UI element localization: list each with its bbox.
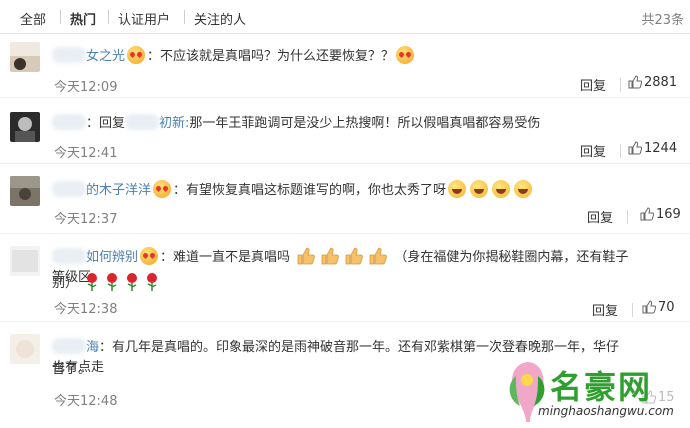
comment-time: 今天12:48: [54, 394, 118, 409]
like-button[interactable]: 70: [642, 300, 675, 315]
laughing-emoji-icon: [514, 180, 533, 198]
tab-separator: [184, 10, 185, 24]
tab-verified-users[interactable]: 认证用户: [118, 9, 170, 28]
tab-all[interactable]: 全部: [20, 9, 46, 28]
comment-item: 如何辨别 ：难道一直不是真唱吗 （身在福健为你揭秘鞋圈内幕，还有鞋子等级区 别） …: [0, 234, 690, 322]
laughing-emoji-icon: [448, 180, 467, 198]
like-count: 70: [658, 300, 675, 315]
comment-text: ：有望恢复真唱这标题谁写的啊，你也太秀了呀: [173, 183, 447, 198]
tab-separator: [108, 10, 109, 24]
blurred-username: [52, 181, 86, 197]
tab-following[interactable]: 关注的人: [194, 9, 246, 28]
comment-time: 今天12:38: [54, 302, 118, 317]
watermark-url: minghaoshangwu.com: [538, 404, 674, 418]
avatar[interactable]: [10, 334, 40, 364]
thumbs-up-icon: [642, 300, 657, 314]
comment-text-continued: 别）: [52, 276, 79, 291]
reply-button[interactable]: 回复: [587, 207, 613, 226]
username-link[interactable]: 女之光: [86, 49, 125, 64]
watermark-title: 名豪网: [550, 368, 653, 406]
site-watermark: 名豪网 minghaoshangwu.com: [498, 350, 690, 428]
avatar[interactable]: [10, 112, 40, 142]
username-link[interactable]: 的木子洋洋: [86, 183, 151, 198]
action-separator: [627, 210, 628, 224]
comment-text-line: 女之光 ：不应该就是真唱吗？为什么还要恢复？？: [52, 46, 630, 67]
comment-item: 的木子洋洋 ：有望恢复真唱这标题谁写的啊，你也太秀了呀 今天12:37 回复 16…: [0, 164, 690, 234]
tab-bar: 全部 热门 认证用户 关注的人 共23条: [0, 0, 690, 34]
reply-prefix: ：回复: [86, 116, 126, 131]
blurred-username: [52, 114, 86, 130]
comment-text: 那一年王菲跑调可是没少上热搜啊！所以假唱真唱都容易受伤: [189, 116, 541, 131]
avatar[interactable]: [10, 246, 40, 276]
laughing-emoji-icon: [470, 180, 489, 198]
comment-text-line: ：回复 初新:那一年王菲跑调可是没少上热搜啊！所以假唱真唱都容易受伤: [52, 114, 630, 134]
username-link[interactable]: 海: [86, 340, 99, 355]
comment-time: 今天12:09: [54, 80, 118, 95]
thumbs-up-emoji-icon: [369, 247, 388, 265]
comment-text-line: 的木子洋洋 ：有望恢复真唱这标题谁写的啊，你也太秀了呀: [52, 180, 630, 201]
action-separator: [620, 78, 621, 92]
rose-emoji-icon: [147, 273, 158, 291]
reply-button[interactable]: 回复: [580, 75, 606, 94]
thumbs-up-emoji-icon: [345, 247, 364, 265]
comment-text-line: 别）: [52, 272, 630, 294]
avatar[interactable]: [10, 42, 40, 72]
like-button[interactable]: 1244: [628, 141, 677, 156]
like-button[interactable]: 2881: [628, 75, 677, 90]
comment-time: 今天12:41: [54, 146, 118, 161]
heart-eyes-emoji-icon: [153, 180, 172, 198]
comment-time: 今天12:37: [54, 212, 118, 227]
heart-eyes-emoji-icon: [140, 247, 159, 265]
comment-total: 共23条: [641, 13, 684, 28]
rose-emoji-icon: [107, 273, 118, 291]
like-button[interactable]: 169: [640, 207, 681, 222]
heart-eyes-emoji-icon: [127, 46, 146, 64]
action-separator: [620, 144, 621, 158]
thumbs-up-icon: [628, 75, 643, 89]
question-face-emoji-icon: [396, 46, 415, 64]
rose-emoji-icon: [127, 273, 138, 291]
comment-item: ：回复 初新:那一年王菲跑调可是没少上热搜啊！所以假唱真唱都容易受伤 今天12:4…: [0, 98, 690, 164]
tab-hot[interactable]: 热门: [70, 9, 96, 28]
blurred-username: [52, 248, 86, 264]
comment-text-continued: 音了。: [52, 362, 92, 377]
comment-item: 女之光 ：不应该就是真唱吗？为什么还要恢复？？ 今天12:09 回复 2881: [0, 34, 690, 98]
avatar[interactable]: [10, 176, 40, 206]
thumbs-up-emoji-icon: [321, 247, 340, 265]
comment-text: ：难道一直不是真唱吗: [160, 250, 291, 265]
thumbs-up-icon: [640, 207, 655, 221]
reply-button[interactable]: 回复: [580, 141, 606, 160]
blurred-username: [52, 47, 86, 63]
rose-emoji-icon: [87, 273, 98, 291]
thumbs-up-icon: [628, 141, 643, 155]
reply-button[interactable]: 回复: [592, 300, 618, 319]
laughing-emoji-icon: [492, 180, 511, 198]
action-separator: [632, 303, 633, 317]
comment-text: ：不应该就是真唱吗？为什么还要恢复？？: [147, 49, 395, 64]
username-link[interactable]: 如何辨别: [86, 250, 138, 265]
blurred-username: [125, 114, 160, 130]
reply-to-username-link[interactable]: 初新:: [159, 116, 189, 131]
like-count: 1244: [644, 141, 678, 156]
thumbs-up-emoji-icon: [297, 247, 316, 265]
tab-separator: [60, 10, 61, 24]
blurred-username: [52, 338, 86, 354]
like-count: 2881: [644, 75, 678, 90]
like-count: 169: [656, 207, 681, 222]
